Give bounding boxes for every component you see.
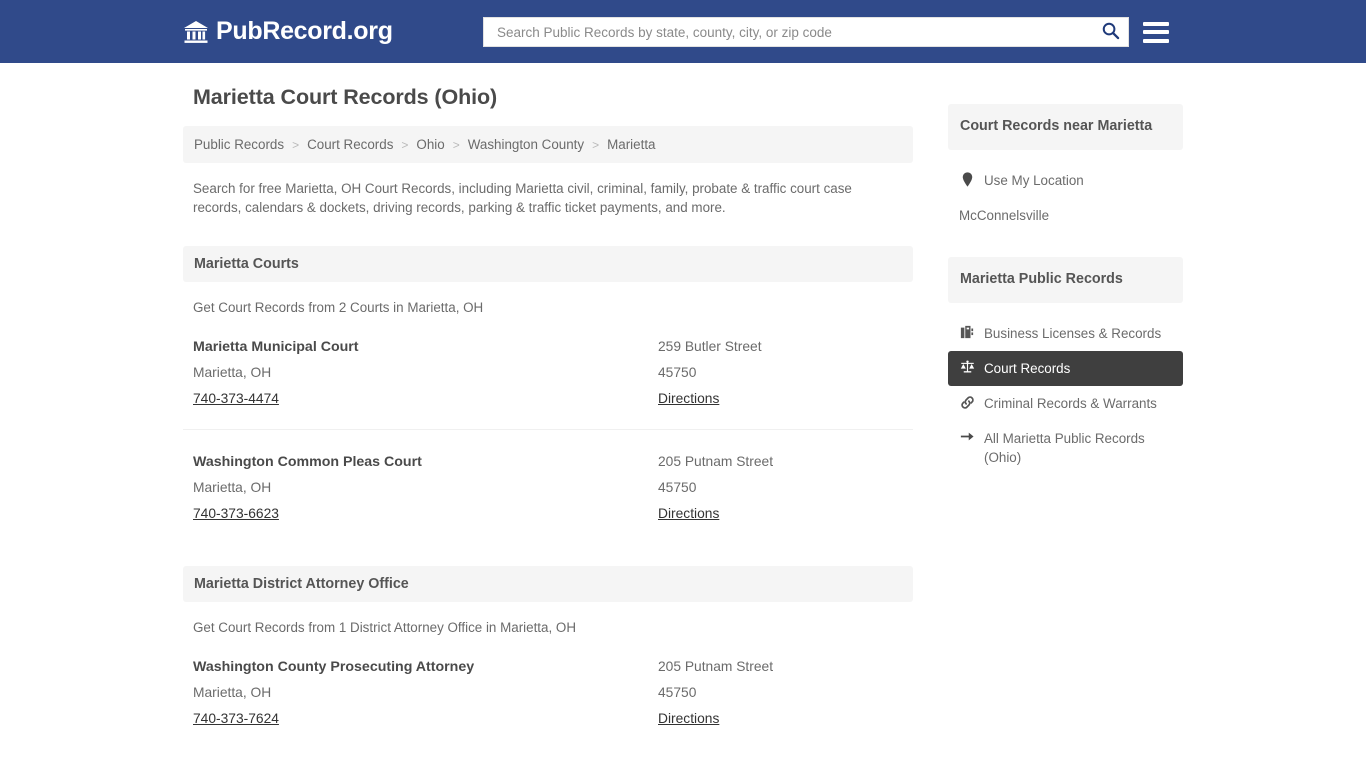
listing-phone-link[interactable]: 740-373-6623	[193, 501, 279, 527]
listing-right-column: 205 Putnam Street 45750 Directions	[658, 449, 913, 527]
sidebar-item-label: All Marietta Public Records (Ohio)	[984, 431, 1145, 465]
listing-directions-link[interactable]: Directions	[658, 386, 719, 412]
sidebar-panel-body: Business Licenses & Records Court Record…	[948, 303, 1183, 475]
scales-of-justice-icon	[959, 359, 975, 374]
use-my-location-button[interactable]: Use My Location	[948, 163, 1183, 198]
listing-zip: 45750	[658, 685, 697, 700]
section-header-marietta-courts: Marietta Courts	[183, 246, 913, 282]
listing-row: Marietta Municipal Court Marietta, OH 74…	[183, 315, 913, 422]
listing-phone-link[interactable]: 740-373-4474	[193, 386, 279, 412]
sidebar: Court Records near Marietta Use My Locat…	[948, 85, 1183, 483]
breadcrumb-item-marietta[interactable]: Marietta	[607, 137, 655, 152]
sidebar-item-label: Criminal Records & Warrants	[984, 396, 1157, 411]
sidebar-item-label: Court Records	[984, 361, 1071, 376]
search-button[interactable]	[1099, 21, 1122, 43]
listing-name: Washington Common Pleas Court	[193, 454, 422, 470]
nearby-place-label: McConnelsville	[959, 208, 1050, 223]
breadcrumb-item-public-records[interactable]: Public Records	[194, 137, 284, 152]
sidebar-panel-public-records: Marietta Public Records Business License…	[948, 257, 1183, 475]
listing-name: Washington County Prosecuting Attorney	[193, 659, 475, 675]
listing-street: 205 Putnam Street	[658, 659, 774, 674]
listing-street: 205 Putnam Street	[658, 454, 774, 469]
listing-left-column: Washington Common Pleas Court Marietta, …	[193, 449, 658, 527]
section-subtitle: Get Court Records from 2 Courts in Marie…	[193, 300, 484, 315]
listing-left-column: Washington County Prosecuting Attorney M…	[193, 654, 658, 732]
link-chain-icon	[959, 394, 975, 410]
breadcrumb-separator: >	[592, 137, 600, 152]
listing-directions-link[interactable]: Directions	[658, 706, 719, 732]
breadcrumb-separator: >	[401, 137, 409, 152]
sidebar-item-criminal-records[interactable]: Criminal Records & Warrants	[948, 386, 1183, 421]
breadcrumb-item-washington-county[interactable]: Washington County	[468, 137, 584, 152]
sidebar-item-business-licenses[interactable]: Business Licenses & Records	[948, 316, 1183, 351]
listing-street: 259 Butler Street	[658, 339, 762, 354]
sidebar-panel-title: Court Records near Marietta	[948, 104, 1183, 150]
bank-building-icon	[183, 20, 209, 44]
arrow-right-icon	[959, 429, 975, 443]
main-content: Marietta Court Records (Ohio) Public Rec…	[183, 85, 913, 768]
page-title: Marietta Court Records (Ohio)	[193, 85, 498, 109]
search-icon	[1101, 21, 1120, 43]
header-search-area	[483, 17, 1169, 47]
use-my-location-label: Use My Location	[984, 173, 1084, 188]
listing-right-column: 259 Butler Street 45750 Directions	[658, 334, 913, 412]
listing-right-column: 205 Putnam Street 45750 Directions	[658, 654, 913, 732]
breadcrumb: Public Records > Court Records > Ohio > …	[183, 126, 913, 163]
listing-city: Marietta, OH	[193, 480, 272, 495]
sidebar-panel-body: Use My Location McConnelsville	[948, 150, 1183, 233]
site-logo-text: PubRecord.org	[216, 17, 393, 45]
listing-directions-link[interactable]: Directions	[658, 501, 719, 527]
site-logo[interactable]: PubRecord.org	[183, 17, 393, 46]
nearby-place-mcconnelsville[interactable]: McConnelsville	[948, 198, 1183, 233]
sidebar-item-court-records[interactable]: Court Records	[948, 351, 1183, 386]
listing-city: Marietta, OH	[193, 685, 272, 700]
page-container: Marietta Court Records (Ohio) Public Rec…	[183, 63, 1183, 768]
listing-name: Marietta Municipal Court	[193, 339, 359, 355]
sidebar-item-all-public-records[interactable]: All Marietta Public Records (Ohio)	[948, 421, 1183, 475]
listing-zip: 45750	[658, 365, 697, 380]
listing-city: Marietta, OH	[193, 365, 272, 380]
listing-left-column: Marietta Municipal Court Marietta, OH 74…	[193, 334, 658, 412]
breadcrumb-separator: >	[452, 137, 460, 152]
search-input[interactable]	[495, 19, 1099, 45]
section-subtitle: Get Court Records from 1 District Attorn…	[193, 620, 576, 635]
listing-phone-link[interactable]: 740-373-7624	[193, 706, 279, 732]
section-title: Marietta Courts	[194, 256, 299, 272]
breadcrumb-item-ohio[interactable]: Ohio	[416, 137, 444, 152]
listing-zip: 45750	[658, 480, 697, 495]
site-header: PubRecord.org	[0, 0, 1366, 63]
listing-row: Washington Common Pleas Court Marietta, …	[183, 429, 913, 537]
breadcrumb-separator: >	[292, 137, 300, 152]
listing-row: Washington County Prosecuting Attorney M…	[183, 635, 913, 742]
search-box[interactable]	[483, 17, 1129, 47]
briefcase-icon	[959, 324, 975, 339]
sidebar-panel-nearby: Court Records near Marietta Use My Locat…	[948, 104, 1183, 233]
sidebar-panel-title: Marietta Public Records	[948, 257, 1183, 303]
page-intro-text: Search for free Marietta, OH Court Recor…	[193, 181, 852, 215]
header-inner: PubRecord.org	[183, 0, 1183, 63]
section-title: Marietta District Attorney Office	[194, 576, 409, 592]
section-header-district-attorney-office: Marietta District Attorney Office	[183, 566, 913, 602]
hamburger-menu-icon[interactable]	[1143, 21, 1169, 43]
sidebar-item-label: Business Licenses & Records	[984, 326, 1162, 341]
map-pin-icon	[959, 171, 975, 187]
breadcrumb-item-court-records[interactable]: Court Records	[307, 137, 393, 152]
